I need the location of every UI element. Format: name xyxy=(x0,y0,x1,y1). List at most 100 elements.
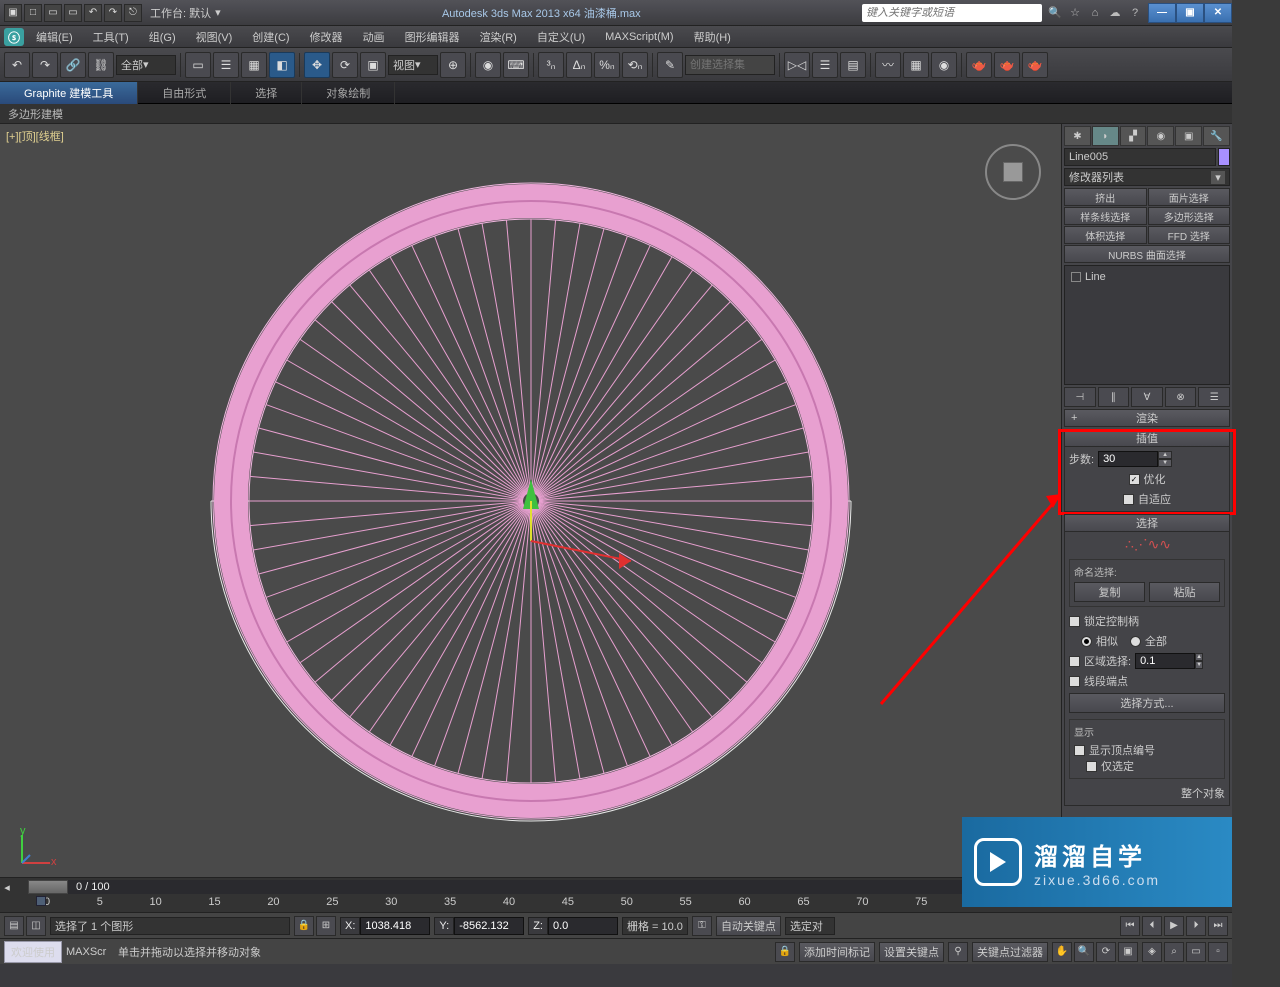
select-manipulate-icon[interactable]: ◉ xyxy=(475,52,501,78)
key-mode-icon[interactable]: ⚿ xyxy=(692,916,712,936)
render-frame-icon[interactable]: 🫖 xyxy=(994,52,1020,78)
select-icon[interactable]: ▭ xyxy=(185,52,211,78)
select-name-icon[interactable]: ☰ xyxy=(213,52,239,78)
set-key-button[interactable]: 设置关键点 xyxy=(879,942,944,962)
rollout-render[interactable]: + 渲染 xyxy=(1064,409,1230,427)
menu-edit[interactable]: 编辑(E) xyxy=(28,27,81,47)
move-icon[interactable]: ✥ xyxy=(304,52,330,78)
copy-button[interactable]: 复制 xyxy=(1074,582,1145,602)
tab-display-icon[interactable]: ▣ xyxy=(1175,126,1202,146)
qat-save-icon[interactable]: ▭ xyxy=(64,4,82,22)
object-color-swatch[interactable] xyxy=(1218,148,1230,166)
time-slider-handle[interactable] xyxy=(36,896,46,906)
close-button[interactable]: ✕ xyxy=(1204,3,1232,23)
rollout-selection-header[interactable]: 选择 xyxy=(1064,514,1230,532)
cloud-icon[interactable]: ☁ xyxy=(1106,4,1124,22)
app-logo-icon[interactable]: ⓢ xyxy=(4,28,24,46)
nav-zoom-icon[interactable]: 🔍 xyxy=(1074,942,1094,962)
ref-coord-sys[interactable]: 视图 ▾ xyxy=(388,55,438,75)
radio-all[interactable] xyxy=(1130,636,1141,647)
lock-handles-checkbox[interactable] xyxy=(1069,616,1080,627)
viewport-label[interactable]: [+][顶][线框] xyxy=(6,128,64,144)
qat-redo-icon[interactable]: ↷ xyxy=(104,4,122,22)
nav-orbit-icon[interactable]: ⟳ xyxy=(1096,942,1116,962)
goto-start-icon[interactable]: ⏮ xyxy=(1120,916,1140,936)
tab-hierarchy-icon[interactable]: ▞ xyxy=(1120,126,1147,146)
tab-motion-icon[interactable]: ◉ xyxy=(1147,126,1174,146)
nav-field-icon[interactable]: ⌕ xyxy=(1164,942,1184,962)
time-scroll-left[interactable]: ◂ xyxy=(0,881,14,894)
snap-angle-icon[interactable]: Δₙ xyxy=(566,52,592,78)
align-icon[interactable]: ☰ xyxy=(812,52,838,78)
menu-group[interactable]: 组(G) xyxy=(141,27,184,47)
keyboard-shortcut-icon[interactable]: ⌨ xyxy=(503,52,529,78)
remove-mod-icon[interactable]: ⊗ xyxy=(1165,387,1197,407)
area-spin-up[interactable]: ▲ xyxy=(1195,653,1203,661)
viewcube[interactable] xyxy=(985,144,1041,200)
minimize-button[interactable]: — xyxy=(1148,3,1176,23)
modifier-stack[interactable]: Line xyxy=(1064,265,1230,385)
edit-named-sel-icon[interactable]: ✎ xyxy=(657,52,683,78)
ribbon-tab-freeform[interactable]: 自由形式 xyxy=(138,82,231,104)
qat-app-icon[interactable]: ▣ xyxy=(4,4,22,22)
mod-polysel[interactable]: 多边形选择 xyxy=(1148,207,1231,225)
material-editor-icon[interactable]: ◉ xyxy=(931,52,957,78)
mod-splinesel[interactable]: 样条线选择 xyxy=(1064,207,1147,225)
menu-render[interactable]: 渲染(R) xyxy=(472,27,525,47)
make-unique-icon[interactable]: ∀ xyxy=(1131,387,1163,407)
show-end-icon[interactable]: ∥ xyxy=(1098,387,1130,407)
area-select-checkbox[interactable] xyxy=(1069,656,1080,667)
viewport-top[interactable]: [+][顶][线框] xyxy=(0,124,1062,877)
ribbon-tab-graphite[interactable]: Graphite 建模工具 xyxy=(0,82,138,104)
only-selected-checkbox[interactable] xyxy=(1086,761,1097,772)
autokey-button[interactable]: 自动关键点 xyxy=(716,916,781,936)
mod-ffdsel[interactable]: FFD 选择 xyxy=(1148,226,1231,244)
rollout-interp-header[interactable]: 插值 xyxy=(1064,429,1230,447)
radio-similar[interactable] xyxy=(1081,636,1092,647)
menu-create[interactable]: 创建(C) xyxy=(244,27,297,47)
lock-selection-icon[interactable]: 🔒 xyxy=(775,942,795,962)
mod-volsel[interactable]: 体积选择 xyxy=(1064,226,1147,244)
menu-maxscript[interactable]: MAXScript(M) xyxy=(597,29,681,45)
snap-spinner-icon[interactable]: ⟲ₙ xyxy=(622,52,648,78)
selset-status[interactable]: 选定对 xyxy=(785,917,835,935)
snap-2d-icon[interactable]: ³ₙ xyxy=(538,52,564,78)
goto-end-icon[interactable]: ⏭ xyxy=(1208,916,1228,936)
object-name-input[interactable] xyxy=(1064,148,1216,166)
time-thumb[interactable] xyxy=(28,880,68,894)
stack-expand-icon[interactable] xyxy=(1071,272,1081,282)
select-region-icon[interactable]: ▦ xyxy=(241,52,267,78)
modifier-list[interactable]: 修改器列表 ▾ xyxy=(1064,168,1230,186)
menu-tools[interactable]: 工具(T) xyxy=(85,27,137,47)
menu-custom[interactable]: 自定义(U) xyxy=(529,27,593,47)
search-icon[interactable]: 🔍 xyxy=(1046,4,1064,22)
area-spin-down[interactable]: ▼ xyxy=(1195,661,1203,669)
lock-icon[interactable]: 🔒 xyxy=(294,916,314,936)
schematic-icon[interactable]: ▦ xyxy=(903,52,929,78)
mod-nurbssel[interactable]: NURBS 曲面选择 xyxy=(1064,245,1230,263)
mod-patchsel[interactable]: 面片选择 xyxy=(1148,188,1231,206)
x-value[interactable]: 1038.418 xyxy=(360,917,430,935)
scale-icon[interactable]: ▣ xyxy=(360,52,386,78)
next-frame-icon[interactable]: ⏵ xyxy=(1186,916,1206,936)
layers-icon[interactable]: ▤ xyxy=(840,52,866,78)
curve-editor-icon[interactable]: 〰 xyxy=(875,52,901,78)
render-prod-icon[interactable]: 🫖 xyxy=(1022,52,1048,78)
qat-undo-icon[interactable]: ↶ xyxy=(84,4,102,22)
menu-view[interactable]: 视图(V) xyxy=(188,27,241,47)
seg-end-checkbox[interactable] xyxy=(1069,676,1080,687)
qat-link-icon[interactable]: ⎋ xyxy=(124,4,142,22)
unlink-icon[interactable]: ⛓ xyxy=(88,52,114,78)
add-time-tag[interactable]: 添加时间标记 xyxy=(799,942,875,962)
pin-stack-icon[interactable]: ⊣ xyxy=(1064,387,1096,407)
steps-input[interactable] xyxy=(1098,451,1158,467)
nav-region-icon[interactable]: ▭ xyxy=(1186,942,1206,962)
menu-help[interactable]: 帮助(H) xyxy=(686,27,739,47)
window-crossing-icon[interactable]: ◧ xyxy=(269,52,295,78)
search-input[interactable] xyxy=(866,7,1038,19)
viewcube-face[interactable] xyxy=(1003,162,1023,182)
steps-spin-down[interactable]: ▼ xyxy=(1158,459,1172,467)
subobject-icons[interactable]: ∴ ⋰ ∿ ∿ xyxy=(1069,536,1225,553)
named-sel-input[interactable] xyxy=(685,55,775,75)
key-filter-icon[interactable]: ⚲ xyxy=(948,942,968,962)
